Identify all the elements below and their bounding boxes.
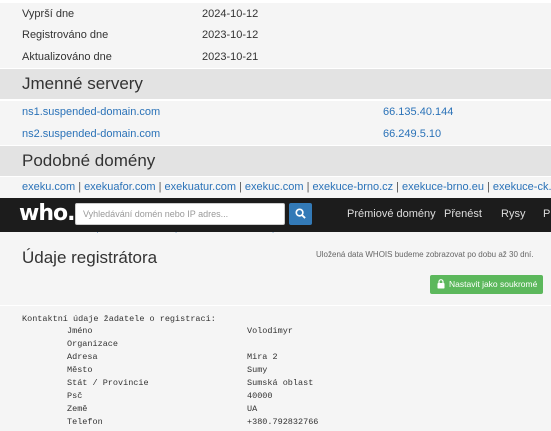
- contact-value: Sumská oblast: [247, 378, 314, 388]
- similar-domain-link[interactable]: exekuc.com: [245, 181, 304, 193]
- contact-row: Jméno Volodimyr: [0, 326, 551, 338]
- similar-domain-link[interactable]: exekuce-ck.cz: [493, 181, 551, 193]
- registrar-title: Údaje registrátora: [22, 248, 158, 267]
- whois-retention-note: Uložená data WHOIS budeme zobrazovat po …: [316, 250, 534, 259]
- contact-heading: Kontaktní údaje žadatele o registraci:: [22, 314, 216, 324]
- contact-row: Stát / Provincie Sumská oblast: [0, 378, 551, 390]
- nav-premium-domains[interactable]: Prémiové domény: [347, 208, 436, 220]
- nameserver-1-ip-link[interactable]: 66.135.40.144: [383, 106, 453, 118]
- nav-features[interactable]: Rysy: [501, 208, 525, 220]
- nav-more-cut[interactable]: Pr: [543, 208, 551, 220]
- contact-label: Město: [67, 365, 93, 375]
- nameserver-row: ns1.suspended-domain.com 66.135.40.144: [0, 101, 551, 123]
- registered-row: Registrováno dne 2023-10-12: [0, 24, 551, 46]
- registrar-section: Údaje registrátora Uložená data WHOIS bu…: [0, 237, 551, 305]
- nameserver-row: ns2.suspended-domain.com 66.249.5.10: [0, 123, 551, 145]
- similar-domain-link[interactable]: exekuce-brno.eu: [402, 181, 484, 193]
- whois-page: Vyprší dne 2024-10-12 Registrováno dne 2…: [0, 0, 551, 431]
- lock-icon: [437, 279, 445, 289]
- nameserver-2-link[interactable]: ns2.suspended-domain.com: [22, 128, 160, 140]
- expiry-label: Vyprší dne: [22, 8, 75, 20]
- similar-domain-link[interactable]: exekuafor.com: [84, 181, 156, 193]
- similar-domain-link[interactable]: exeku.com: [22, 181, 75, 193]
- contact-value: Volodimyr: [247, 326, 293, 336]
- contact-label: Stát / Provincie: [67, 378, 149, 388]
- contact-row: Telefon +380.792832766: [0, 417, 551, 429]
- updated-label: Aktualizováno dne: [22, 51, 112, 63]
- set-private-button[interactable]: Nastavit jako soukromé: [430, 275, 543, 294]
- contact-label: Země: [67, 404, 88, 414]
- expiry-value: 2024-10-12: [202, 8, 259, 20]
- contact-label: Telefon: [67, 417, 103, 427]
- contact-row: Psč 40000: [0, 391, 551, 403]
- contact-value: +380.792832766: [247, 417, 319, 427]
- nav-transfer[interactable]: Přenést: [444, 208, 482, 220]
- contact-value: Mira 2: [247, 352, 278, 362]
- contact-label: Organizace: [67, 339, 119, 349]
- nameservers-header: Jmenné servery: [0, 69, 551, 99]
- similar-domains-list: exeku.com | exekuafor.com | exekuatur.com | ex…: [22, 181, 551, 193]
- contact-value: 40000: [247, 391, 273, 401]
- contact-label: Adresa: [67, 352, 98, 362]
- contact-row: Země UA: [0, 404, 551, 416]
- top-navbar: who.is Prémiové domény Přenést Rysy Pr: [0, 198, 551, 232]
- nameservers-title: Jmenné servery: [22, 74, 143, 93]
- contact-row: Adresa Mira 2: [0, 352, 551, 364]
- search-icon: [295, 208, 306, 219]
- similar-domain-link[interactable]: exekuce-brno.cz: [312, 181, 393, 193]
- similar-domains-header: Podobné domény: [0, 146, 551, 176]
- updated-row: Aktualizováno dne 2023-10-21: [0, 46, 551, 68]
- registrant-contact-block: Kontaktní údaje žadatele o registraci: J…: [0, 306, 551, 431]
- contact-value: UA: [247, 404, 258, 414]
- expiry-row: Vyprší dne 2024-10-12: [0, 3, 551, 25]
- nameserver-2-ip-link[interactable]: 66.249.5.10: [383, 128, 441, 140]
- updated-value: 2023-10-21: [202, 51, 259, 63]
- contact-row: Město Sumy: [0, 365, 551, 377]
- nameserver-1-link[interactable]: ns1.suspended-domain.com: [22, 106, 160, 118]
- registered-label: Registrováno dne: [22, 29, 109, 41]
- contact-value: Sumy: [247, 365, 268, 375]
- registered-value: 2023-10-12: [202, 29, 259, 41]
- similar-domain-link[interactable]: exekuatur.com: [164, 181, 236, 193]
- search-button[interactable]: [289, 203, 312, 225]
- set-private-label: Nastavit jako soukromé: [449, 279, 538, 289]
- domain-search-input[interactable]: [75, 203, 285, 225]
- contact-label: Psč: [67, 391, 83, 401]
- similar-domains-title: Podobné domény: [22, 151, 156, 170]
- contact-row: Organizace: [0, 339, 551, 351]
- contact-label: Jméno: [67, 326, 93, 336]
